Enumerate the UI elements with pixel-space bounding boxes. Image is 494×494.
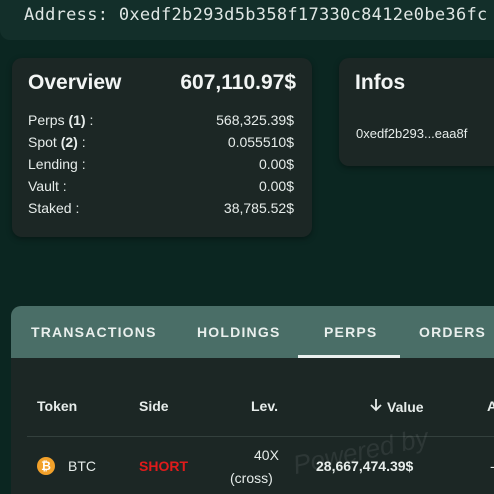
overview-row-label: Perps (1) :: [28, 112, 94, 128]
cell-lev-mode: (cross): [230, 470, 273, 486]
overview-row-label: Vault :: [28, 178, 67, 194]
positions-panel: TRANSACTIONS HOLDINGS PERPS ORDERS Token…: [11, 306, 494, 494]
overview-total: 607,110.97$: [180, 71, 296, 94]
overview-row-vault: Vault : 0.00$: [28, 178, 294, 200]
cell-side: SHORT: [139, 458, 188, 474]
column-header-value-label: Value: [387, 399, 424, 415]
bitcoin-icon: ₿: [37, 457, 55, 475]
infos-title: Infos: [355, 71, 406, 94]
cell-token: BTC: [68, 458, 96, 474]
infos-address[interactable]: 0xedf2b293...eaa8f: [356, 126, 467, 141]
sort-arrow-down-icon: [370, 399, 382, 412]
overview-row-value: 0.055510$: [227, 134, 294, 150]
overview-title: Overview: [28, 71, 122, 94]
overview-card: Overview 607,110.97$ Perps (1) : 568,325…: [12, 58, 312, 237]
infos-card: Infos 0xedf2b293...eaa8f: [339, 58, 494, 166]
overview-row-value: 568,325.39$: [216, 112, 294, 128]
cell-next: -: [490, 458, 494, 474]
overview-row-value: 0.00$: [258, 156, 294, 172]
overview-row-value: 0.00$: [258, 178, 294, 194]
overview-row-label: Staked :: [28, 200, 80, 216]
column-header-side[interactable]: Side: [139, 398, 169, 414]
active-tab-indicator: [298, 355, 400, 358]
tab-bar: TRANSACTIONS HOLDINGS PERPS ORDERS: [11, 306, 494, 358]
overview-row-value: 38,785.52$: [223, 200, 294, 216]
address-bar: Address: 0xedf2b293d5b358f17330c8412e0be…: [0, 0, 494, 40]
overview-row-perps: Perps (1) : 568,325.39$: [28, 112, 294, 134]
address-value[interactable]: 0xedf2b293d5b358f17330c8412e0be36fc: [119, 5, 488, 25]
address-label: Address:: [24, 5, 109, 25]
column-header-next[interactable]: A: [487, 398, 494, 414]
tab-perps[interactable]: PERPS: [324, 324, 377, 340]
column-header-token[interactable]: Token: [37, 398, 77, 414]
overview-row-staked: Staked : 38,785.52$: [28, 200, 294, 222]
tab-orders[interactable]: ORDERS: [419, 324, 486, 340]
overview-row-label: Spot (2) :: [28, 134, 86, 150]
address-text: Address: 0xedf2b293d5b358f17330c8412e0be…: [24, 5, 488, 25]
column-header-value[interactable]: Value: [369, 398, 424, 415]
cell-lev-amount: 40X: [254, 447, 279, 463]
tab-holdings[interactable]: HOLDINGS: [197, 324, 281, 340]
overview-row-lending: Lending : 0.00$: [28, 156, 294, 178]
overview-row-label: Lending :: [28, 156, 86, 172]
overview-row-spot: Spot (2) : 0.055510$: [28, 134, 294, 156]
tab-transactions[interactable]: TRANSACTIONS: [31, 324, 157, 340]
column-header-lev[interactable]: Lev.: [251, 398, 278, 414]
